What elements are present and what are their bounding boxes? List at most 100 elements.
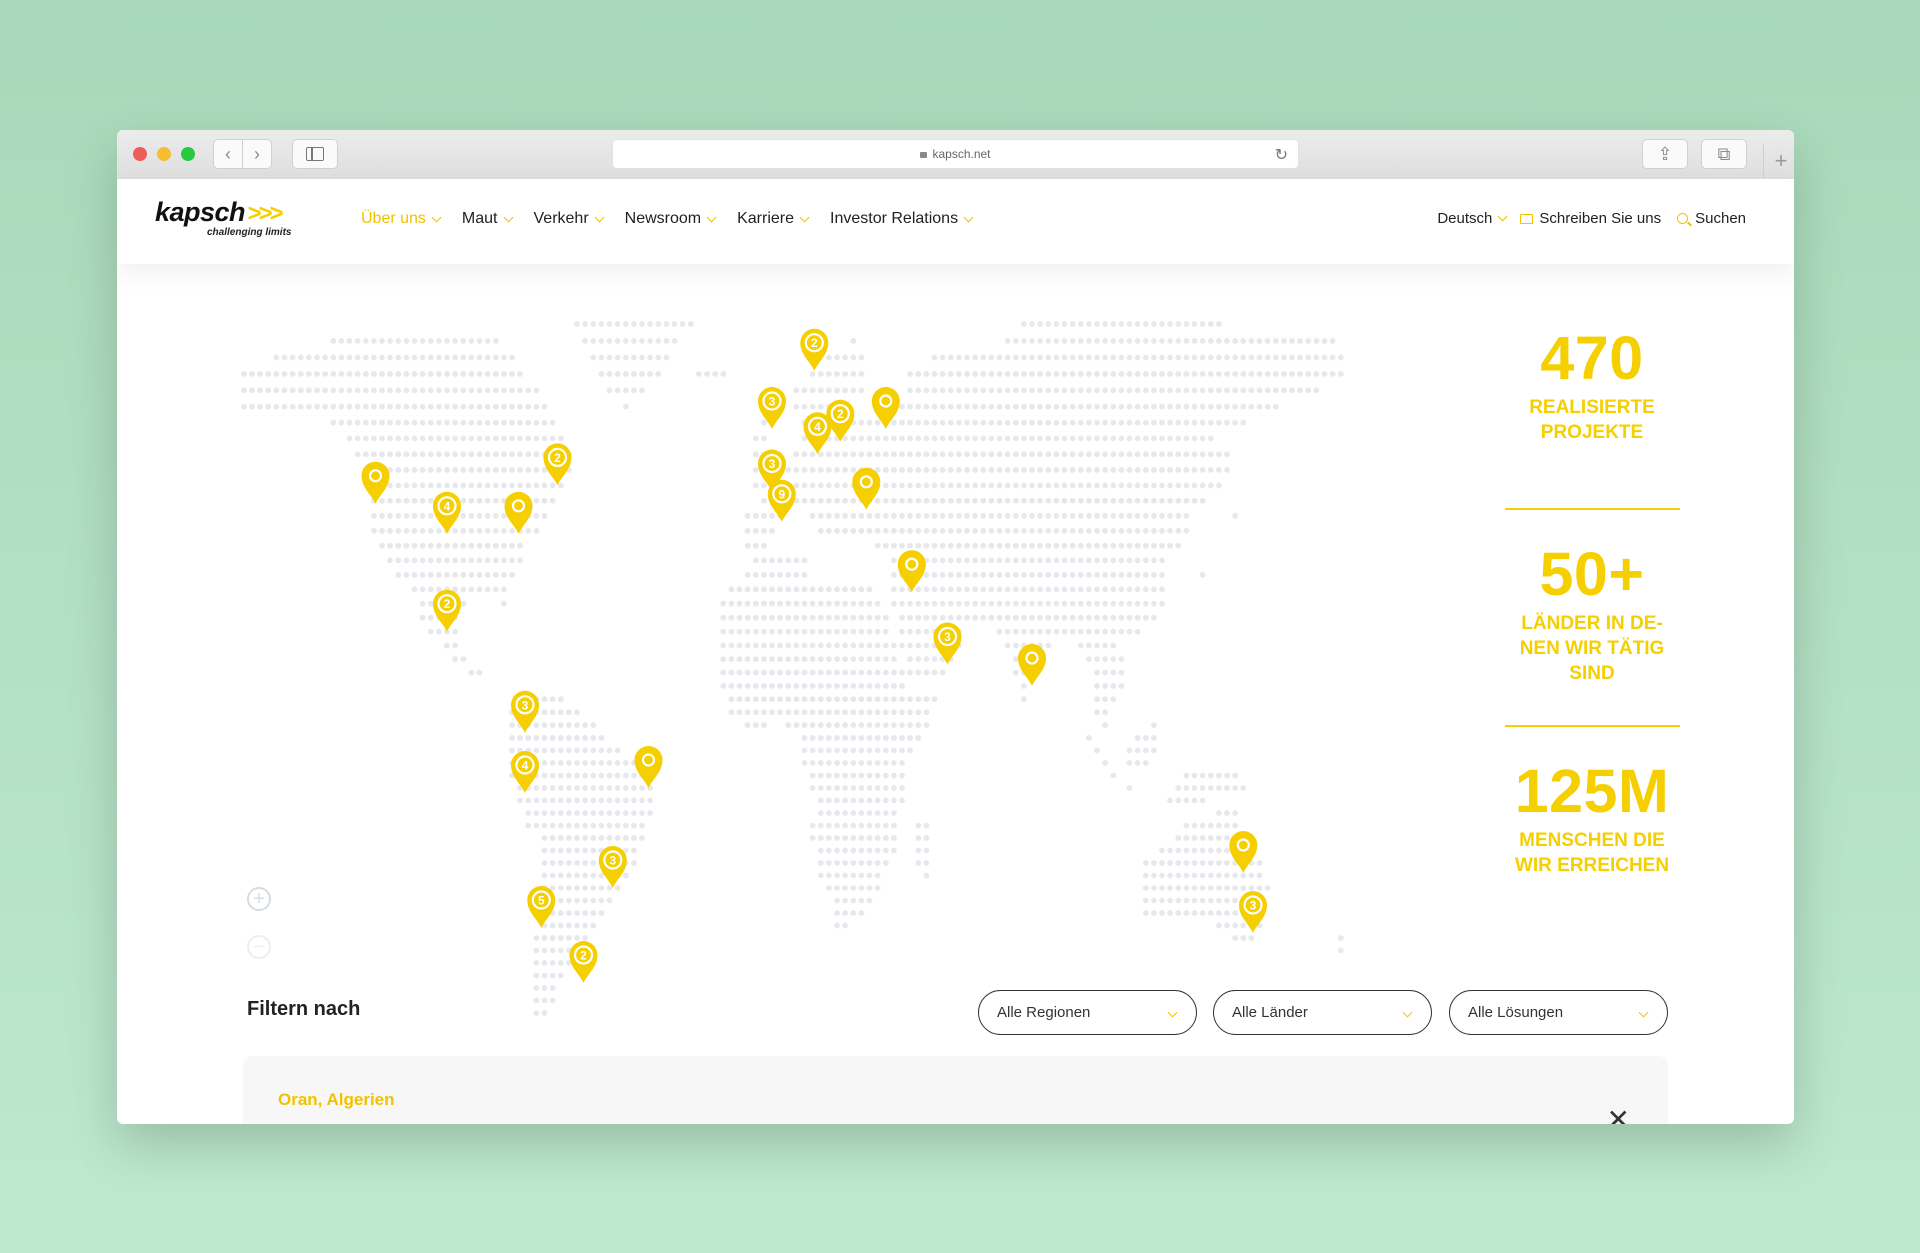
map-dot <box>582 772 588 779</box>
location-pin[interactable]: 3 <box>933 622 962 665</box>
map-dot <box>411 354 418 361</box>
map-dot <box>1102 512 1108 519</box>
map-dot <box>631 847 637 854</box>
nav-item-karriere[interactable]: Karriere <box>737 210 810 228</box>
map-dot <box>1118 557 1125 564</box>
reload-icon[interactable]: ↻ <box>1275 145 1288 165</box>
map-dot <box>947 586 954 593</box>
nav-item-maut[interactable]: Maut <box>462 210 513 228</box>
location-pin[interactable]: 5 <box>527 886 556 928</box>
close-window-button[interactable] <box>133 147 147 161</box>
map-dot <box>614 772 621 779</box>
tabs-overview-button[interactable]: ⧉ <box>1701 139 1747 169</box>
logo-tagline: challenging limits <box>207 227 292 238</box>
map-dot <box>1069 586 1076 593</box>
region-select[interactable]: Alle Regionen <box>978 990 1197 1035</box>
nav-item-investor-relations[interactable]: Investor Relations <box>830 210 974 228</box>
map-dot <box>1191 885 1198 891</box>
map-dot <box>395 512 402 519</box>
map-dot <box>826 835 832 841</box>
nav-item-verkehr[interactable]: Verkehr <box>534 210 605 228</box>
map-dot <box>809 482 816 489</box>
map-dot <box>980 600 987 607</box>
language-selector[interactable]: Deutsch <box>1437 210 1508 227</box>
location-pin[interactable]: 2 <box>433 589 461 632</box>
maximize-window-button[interactable] <box>181 147 195 161</box>
new-tab-button[interactable]: + <box>1763 144 1794 178</box>
map-dot <box>915 614 922 621</box>
map-dot <box>793 722 800 728</box>
map-dot <box>614 760 621 766</box>
map-dot <box>1086 557 1092 564</box>
pin-count-label: 2 <box>811 336 818 350</box>
kapsch-logo[interactable]: kapsch>>> challenging limits <box>155 197 291 238</box>
zoom-in-button[interactable]: + <box>247 887 271 911</box>
world-map[interactable]: 4223435223423933 <box>237 308 1527 1108</box>
map-dot <box>1151 747 1157 754</box>
map-dot <box>761 656 767 662</box>
map-dot <box>566 709 572 716</box>
map-dot <box>915 371 922 377</box>
zoom-out-button[interactable]: − <box>247 935 271 959</box>
map-dot <box>793 403 800 410</box>
location-pin[interactable] <box>897 550 926 593</box>
sidebar-toggle-button[interactable] <box>292 139 338 169</box>
close-icon[interactable]: ✕ <box>1607 1106 1630 1125</box>
contact-link[interactable]: Schreiben Sie uns <box>1520 210 1661 227</box>
map-dot <box>1167 435 1173 442</box>
map-dot <box>1021 696 1027 703</box>
forward-button[interactable]: › <box>242 139 272 169</box>
location-pin[interactable]: 2 <box>826 399 855 442</box>
location-pin[interactable] <box>361 461 390 504</box>
map-dot <box>882 656 889 662</box>
share-button[interactable]: ⇪ <box>1642 139 1688 169</box>
location-pin[interactable] <box>852 467 881 510</box>
map-dot <box>1199 897 1206 904</box>
map-dot <box>1191 371 1198 377</box>
map-dot <box>793 696 800 703</box>
map-dot <box>403 435 410 442</box>
map-dot <box>834 371 840 377</box>
nav-item-newsroom[interactable]: Newsroom <box>625 210 717 228</box>
map-dot <box>444 435 450 442</box>
map-dot <box>379 512 385 519</box>
map-dot <box>1216 897 1222 904</box>
map-dot <box>834 482 840 489</box>
map-dot <box>915 722 922 728</box>
location-pin[interactable]: 4 <box>433 491 461 534</box>
minimize-window-button[interactable] <box>157 147 171 161</box>
back-button[interactable]: ‹ <box>213 139 243 169</box>
project-result-card[interactable]: Oran, Algerien ✕ <box>243 1056 1668 1124</box>
address-bar[interactable]: kapsch.net ↻ <box>612 139 1299 169</box>
map-dot <box>988 419 995 426</box>
map-dot <box>1021 557 1027 564</box>
map-dot <box>980 451 987 458</box>
search-link[interactable]: Suchen <box>1677 210 1746 227</box>
country-select[interactable]: Alle Länder <box>1213 990 1432 1035</box>
location-pin[interactable] <box>1018 644 1046 686</box>
map-dot <box>915 600 922 607</box>
map-dot <box>891 735 897 741</box>
map-dot <box>1232 785 1238 791</box>
map-dot <box>1232 885 1238 891</box>
map-dot <box>549 922 556 929</box>
map-dot <box>541 997 548 1004</box>
map-dot <box>874 810 881 816</box>
map-dot <box>631 822 637 829</box>
map-dot <box>899 747 905 754</box>
solution-select[interactable]: Alle Lösungen <box>1449 990 1668 1035</box>
map-dot <box>484 435 491 442</box>
location-pin[interactable]: 3 <box>598 846 627 888</box>
nav-item-ueber-uns[interactable]: Über uns <box>361 210 442 228</box>
location-pin[interactable] <box>504 491 533 534</box>
location-pin[interactable]: 2 <box>569 941 598 983</box>
location-pin[interactable]: 2 <box>800 328 829 371</box>
location-pin[interactable]: 2 <box>543 443 572 486</box>
map-dot <box>956 586 962 593</box>
map-dot <box>1053 586 1060 593</box>
location-pin[interactable] <box>634 746 663 788</box>
map-dot <box>533 797 540 804</box>
map-dot <box>663 338 670 344</box>
map-dot <box>1134 371 1141 377</box>
location-pin[interactable] <box>1229 831 1258 873</box>
